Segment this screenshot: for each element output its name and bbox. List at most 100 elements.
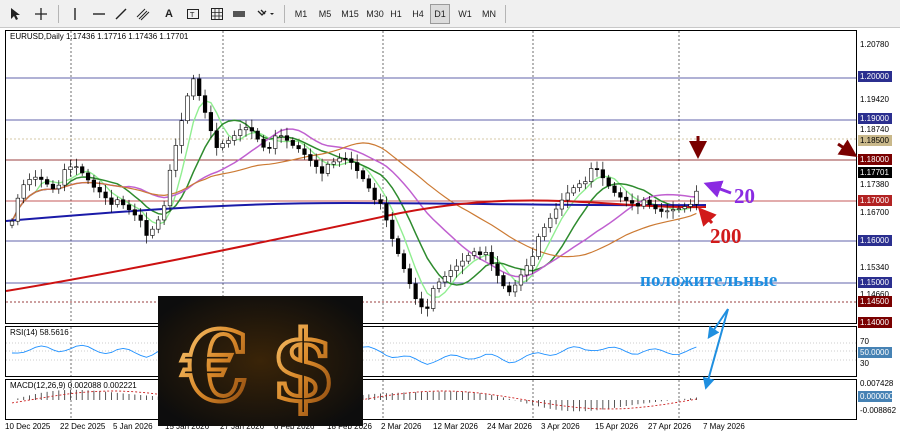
candle-body: [267, 146, 272, 149]
tf-mn-button[interactable]: MN: [478, 4, 500, 24]
candle-body: [91, 179, 96, 188]
macd-title: MACD(12,26,9) 0.002088 0.002221: [10, 381, 137, 390]
candle-body: [577, 183, 582, 189]
cursor-icon[interactable]: [6, 4, 24, 24]
chart-title: EURUSD,Daily 1.17436 1.17716 1.17436 1.1…: [10, 32, 189, 41]
candle-body: [126, 204, 132, 210]
candle-body: [74, 166, 79, 169]
candle-body: [659, 208, 664, 212]
grid-icon[interactable]: [208, 4, 226, 24]
tf-h4-button[interactable]: H4: [408, 4, 428, 24]
candle-body: [121, 199, 126, 206]
euro-symbol-icon: €: [181, 310, 249, 423]
candle-body: [665, 210, 670, 213]
candle-body: [68, 166, 73, 170]
candle-body: [694, 190, 699, 205]
candle-body: [202, 95, 208, 113]
candle-body: [314, 160, 319, 167]
candle-body: [208, 112, 214, 132]
candle-body: [431, 288, 436, 309]
candle-body: [472, 251, 477, 256]
candle-body: [594, 168, 600, 171]
price-tag: 1.14000: [858, 317, 892, 328]
candle-body: [33, 176, 38, 180]
candle-body: [150, 228, 155, 236]
date-label: 5 Jan 2026: [113, 422, 153, 431]
macd-pane[interactable]: MACD(12,26,9) 0.002088 0.002221: [5, 379, 857, 420]
candle-body: [512, 284, 518, 293]
candle-body: [109, 197, 114, 205]
tf-w1-button[interactable]: W1: [454, 4, 476, 24]
candle-body: [261, 138, 266, 148]
price-axis-label: 1.20780: [860, 40, 889, 49]
candle-body: [284, 135, 290, 141]
horizontal-line-icon[interactable]: [90, 4, 108, 24]
macd-level-min: -0.008862: [860, 406, 897, 415]
date-label: 10 Dec 2025: [5, 422, 51, 431]
candle-body: [331, 161, 336, 165]
macd-level-max: 0.007428: [860, 379, 894, 388]
candle-body: [255, 130, 260, 140]
tf-m5-button[interactable]: M5: [314, 4, 336, 24]
candle-body: [308, 154, 313, 161]
candle-body: [162, 205, 167, 221]
candle-body: [559, 199, 564, 210]
candle-body: [191, 78, 196, 97]
text-tool-icon[interactable]: A: [160, 4, 178, 24]
price-axis-label: 1.17380: [860, 180, 889, 189]
candle-body: [524, 265, 529, 276]
price-axis-label: 1.19420: [860, 95, 889, 104]
candle-body: [302, 148, 307, 155]
candle-body: [9, 220, 15, 226]
vertical-line-icon[interactable]: [66, 4, 84, 24]
svg-text:T: T: [189, 11, 195, 19]
candle-body: [647, 199, 652, 206]
price-tag: 1.17000: [858, 195, 892, 206]
price-tag: 1.19000: [858, 113, 892, 124]
trendline-icon[interactable]: [112, 4, 130, 24]
label-tool-icon[interactable]: T: [184, 4, 202, 24]
date-label: 12 Mar 2026: [433, 422, 478, 431]
candle-body: [448, 270, 453, 277]
date-label: 3 Apr 2026: [541, 422, 580, 431]
shapes-dropdown-icon[interactable]: [254, 4, 278, 24]
date-label: 2 Mar 2026: [381, 422, 422, 431]
rsi-title: RSI(14) 58.5616: [10, 328, 69, 337]
candle-body: [583, 181, 588, 185]
candle-body: [132, 209, 137, 216]
tf-m30-button[interactable]: M30: [362, 4, 388, 24]
candle-body: [249, 127, 254, 132]
candle-body: [80, 166, 85, 174]
date-label: 27 Apr 2026: [648, 422, 692, 431]
candle-body: [624, 196, 629, 201]
rsi-pane[interactable]: RSI(14) 58.5616: [5, 326, 857, 377]
candle-body: [39, 176, 44, 180]
candle-body: [390, 219, 395, 239]
candle-body: [378, 199, 383, 204]
dollar-symbol-icon: $: [270, 310, 337, 423]
channel-icon[interactable]: [134, 4, 152, 24]
crosshair-icon[interactable]: [32, 4, 50, 24]
candle-body: [618, 192, 623, 198]
candle-body: [419, 298, 424, 308]
tf-d1-button[interactable]: D1: [430, 4, 450, 24]
candle-body: [460, 260, 465, 267]
candle-body: [407, 268, 412, 285]
candle-body: [548, 217, 553, 228]
candle-body: [629, 200, 635, 204]
rectangle-icon[interactable]: [230, 4, 248, 24]
candle-body: [343, 157, 348, 160]
candle-body: [273, 135, 278, 149]
candle-body: [319, 166, 325, 174]
candle-body: [600, 169, 605, 179]
tf-h1-button[interactable]: H1: [386, 4, 406, 24]
candle-body: [676, 208, 681, 210]
tf-m1-button[interactable]: M1: [290, 4, 312, 24]
candle-body: [489, 252, 494, 265]
candle-body: [56, 184, 61, 190]
candle-body: [536, 236, 541, 257]
rsi-level-70: 70: [860, 337, 869, 346]
tf-m15-button[interactable]: M15: [338, 4, 362, 24]
candle-body: [401, 253, 407, 269]
candle-body: [85, 172, 91, 181]
